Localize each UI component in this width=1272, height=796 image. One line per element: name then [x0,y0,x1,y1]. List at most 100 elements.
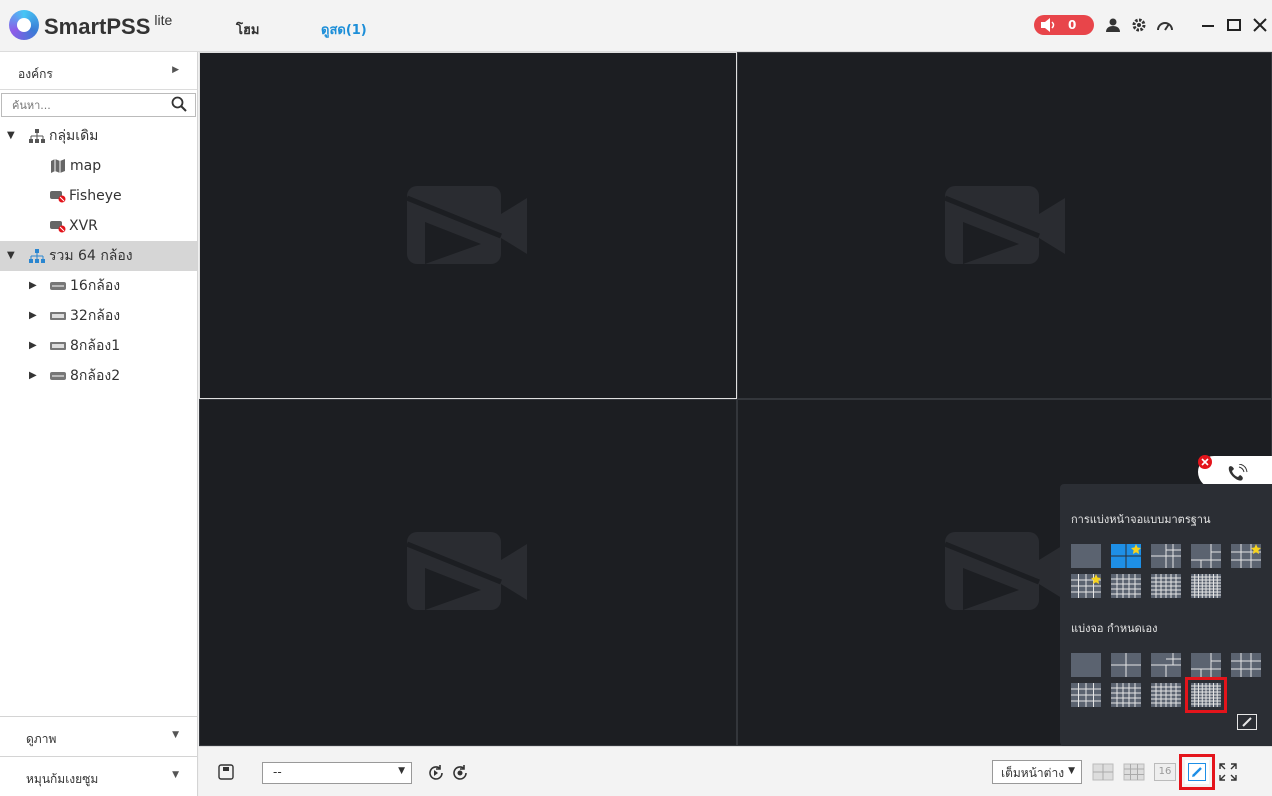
nvr-icon [50,372,66,380]
bottom-toolbar: -- ▼ เต็มหน้าต่าง ▼ 16 [199,746,1272,796]
nvr-icon [50,312,66,320]
chevron-down-icon: ▼ [172,730,179,740]
tree-label: 8กล้อง2 [70,368,121,384]
organization-header[interactable]: องค์กร ▶ [0,52,197,90]
minimize-icon[interactable] [1198,15,1218,35]
layout-1-icon[interactable] [1071,544,1101,568]
custom-layout-16-icon[interactable] [1071,683,1101,707]
search-input[interactable] [12,95,172,116]
organization-label: องค์กร [18,67,53,81]
window-fit-select[interactable]: เต็มหน้าต่าง ▼ [992,760,1082,784]
expand-toggle-icon[interactable]: ▶ [29,331,37,361]
speaker-icon [1041,18,1055,32]
tree-label: XVR [69,218,98,234]
custom-layout-1-icon[interactable] [1071,653,1101,677]
save-view-icon[interactable] [218,764,234,780]
close-icon[interactable] [1197,454,1213,470]
search-icon[interactable] [171,96,187,112]
device-tree: ▼ กลุ่มเดิม map Fisheye XVR ▼ รวม 64 กล้… [0,121,197,391]
video-window-1[interactable] [199,52,737,399]
layout-25-icon[interactable] [1111,574,1141,598]
title-bar: SmartPSS lite โฮม ดูสด(1) 0 [0,0,1272,52]
tour-icon[interactable] [427,764,445,782]
layout-36-icon[interactable] [1151,574,1181,598]
custom-layout-25-icon[interactable] [1111,683,1141,707]
custom-layout-36-icon[interactable] [1151,683,1181,707]
layout-16-toggle[interactable]: 16 [1154,763,1176,781]
tree-label: 32กล้อง [70,308,121,324]
tree-device-16[interactable]: ▶ 16กล้อง [0,271,197,301]
maximize-icon[interactable] [1224,15,1244,35]
video-window-3[interactable] [199,399,737,746]
custom-layout-8-icon[interactable] [1191,653,1221,677]
app-title: SmartPSS lite [44,12,173,39]
tree-item-xvr[interactable]: XVR [0,211,197,241]
view-preset-select[interactable]: -- ▼ [262,762,412,784]
tree-label: รวม 64 กล้อง [49,248,133,264]
phone-icon [1228,464,1248,481]
chevron-right-icon: ▶ [172,65,179,75]
map-icon [51,159,65,173]
chevron-down-icon: ▼ [172,770,179,780]
tree-label: Fisheye [69,188,122,204]
layout-9-toggle-icon[interactable] [1123,763,1145,781]
chevron-down-icon: ▼ [1068,766,1075,776]
layout-16-favorite-icon[interactable] [1071,574,1101,598]
video-placeholder-icon [407,532,527,610]
custom-layout-64-icon[interactable] [1185,677,1227,713]
view-preset-value: -- [273,765,282,779]
tour-settings-icon[interactable] [451,764,469,782]
expand-toggle-icon[interactable]: ▶ [29,271,37,301]
tree-group-default[interactable]: ▼ กลุ่มเดิม [0,121,197,151]
tree-device-8-1[interactable]: ▶ 8กล้อง1 [0,331,197,361]
edit-icon [1188,763,1206,781]
expand-toggle-icon[interactable]: ▶ [29,361,37,391]
tab-home[interactable]: โฮม [236,19,260,40]
tree-item-fisheye[interactable]: Fisheye [0,181,197,211]
custom-layout-button[interactable] [1179,754,1215,790]
tree-group-64-cameras[interactable]: ▼ รวม 64 กล้อง [0,241,197,271]
user-icon[interactable] [1103,15,1123,35]
layout-2-toggle-icon[interactable] [1092,763,1114,781]
video-placeholder-icon [945,532,1065,610]
video-placeholder-icon [945,186,1065,264]
smartpss-logo [9,10,39,40]
tree-device-8-2[interactable]: ▶ 8กล้อง2 [0,361,197,391]
camera-offline-icon [50,221,66,233]
view-panel-label: ดูภาพ [26,732,57,746]
custom-layout-4-icon[interactable] [1111,653,1141,677]
org-group-icon [29,249,45,263]
ptz-panel-header[interactable]: หมุนก้มเงยซูม ▼ [0,756,197,796]
window-fit-value: เต็มหน้าต่าง [1001,766,1065,780]
org-group-icon [29,129,45,143]
layout-6-icon[interactable] [1151,544,1181,568]
expand-toggle-icon[interactable]: ▼ [7,241,15,271]
layout-64-icon[interactable] [1191,574,1221,598]
tab-live-view[interactable]: ดูสด(1) [321,19,367,40]
video-placeholder-icon [407,186,527,264]
camera-offline-icon [50,191,66,203]
custom-layout-title: แบ่งจอ กำหนดเอง [1071,622,1158,635]
chevron-down-icon: ▼ [398,766,405,776]
tree-device-32[interactable]: ▶ 32กล้อง [0,301,197,331]
alarm-sound-button[interactable]: 0 [1034,15,1094,35]
tree-label: 8กล้อง1 [70,338,121,354]
fullscreen-icon[interactable] [1219,763,1237,781]
layout-popup: การแบ่งหน้าจอแบบมาตรฐาน แบ่งจอ กำหนดเอง [1060,484,1272,746]
tree-item-map[interactable]: map [0,151,197,181]
layout-8-icon[interactable] [1191,544,1221,568]
layout-9-favorite-icon[interactable] [1231,544,1261,568]
gear-icon[interactable] [1129,15,1149,35]
expand-toggle-icon[interactable]: ▶ [29,301,37,331]
search-box [1,93,196,117]
tree-label: กลุ่มเดิม [49,128,99,144]
layout-4-favorite-icon[interactable] [1111,544,1141,568]
expand-toggle-icon[interactable]: ▼ [7,121,15,151]
custom-layout-6-icon[interactable] [1151,653,1181,677]
custom-layout-9-icon[interactable] [1231,653,1261,677]
edit-layout-icon[interactable] [1237,714,1257,730]
video-window-2[interactable] [737,52,1272,399]
performance-icon[interactable] [1155,15,1175,35]
view-panel-header[interactable]: ดูภาพ ▼ [0,716,197,756]
close-icon[interactable] [1250,15,1270,35]
